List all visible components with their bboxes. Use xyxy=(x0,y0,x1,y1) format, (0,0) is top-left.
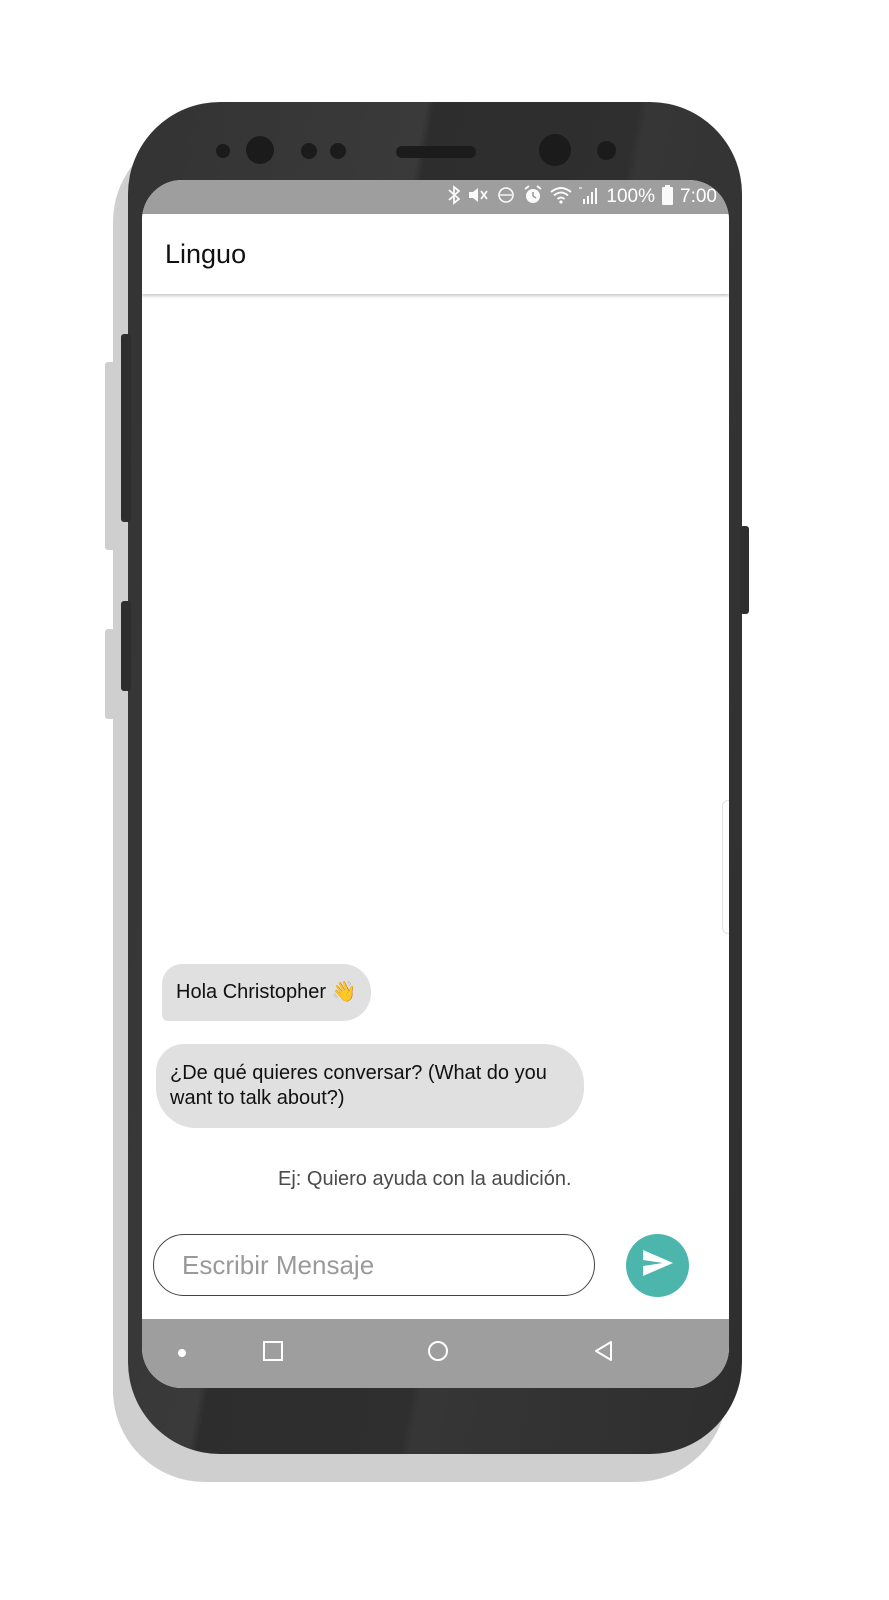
vibrate-mute-icon xyxy=(467,185,489,209)
sensor-dot xyxy=(216,144,230,158)
clock: 7:00 xyxy=(680,186,717,207)
screen: 100% 7:00 Linguo Hola Christopher 👋 ¿De … xyxy=(142,180,729,1388)
sensor-dot xyxy=(330,143,346,159)
battery-percent: 100% xyxy=(606,186,656,207)
chat-message: Hola Christopher 👋 xyxy=(162,964,371,1021)
back-button[interactable] xyxy=(578,1319,628,1388)
battery-icon xyxy=(662,185,674,209)
bixby-button xyxy=(121,601,131,691)
alarm-icon xyxy=(523,185,543,209)
app-bar: Linguo xyxy=(142,214,729,294)
bluetooth-icon xyxy=(448,185,461,209)
side-button-shadow xyxy=(105,362,115,550)
app-title: Linguo xyxy=(165,239,247,269)
back-icon xyxy=(592,1340,614,1367)
status-bar: 100% 7:00 xyxy=(142,180,729,214)
nav-dot-button[interactable] xyxy=(164,1319,200,1388)
send-icon xyxy=(641,1248,675,1283)
volume-button xyxy=(121,334,131,522)
home-icon xyxy=(427,1340,449,1367)
message-text: Hola Christopher 👋 xyxy=(176,981,357,1003)
sensor-dot xyxy=(597,141,616,160)
message-input-container[interactable] xyxy=(153,1234,595,1296)
power-button xyxy=(740,526,749,614)
lte-signal-icon xyxy=(579,185,599,209)
message-input[interactable] xyxy=(180,1247,574,1283)
edge-panel-handle[interactable] xyxy=(722,800,729,934)
front-camera-icon xyxy=(539,134,571,166)
dot-icon xyxy=(177,1345,187,1363)
iris-camera-icon xyxy=(246,136,274,164)
message-text: ¿De qué quieres conversar? (What do you … xyxy=(170,1062,547,1109)
volte-icon xyxy=(496,185,516,209)
recents-icon xyxy=(262,1340,284,1367)
wifi-icon xyxy=(550,186,573,208)
home-button[interactable] xyxy=(413,1319,463,1388)
recents-button[interactable] xyxy=(248,1319,298,1388)
side-button-shadow xyxy=(105,629,115,719)
earpiece-speaker xyxy=(396,146,476,158)
chat-message: ¿De qué quieres conversar? (What do you … xyxy=(156,1044,584,1128)
sensor-dot xyxy=(301,143,317,159)
send-button[interactable] xyxy=(626,1234,689,1297)
navigation-bar xyxy=(142,1319,729,1388)
suggestion-hint: Ej: Quiero ayuda con la audición. xyxy=(278,1168,572,1190)
